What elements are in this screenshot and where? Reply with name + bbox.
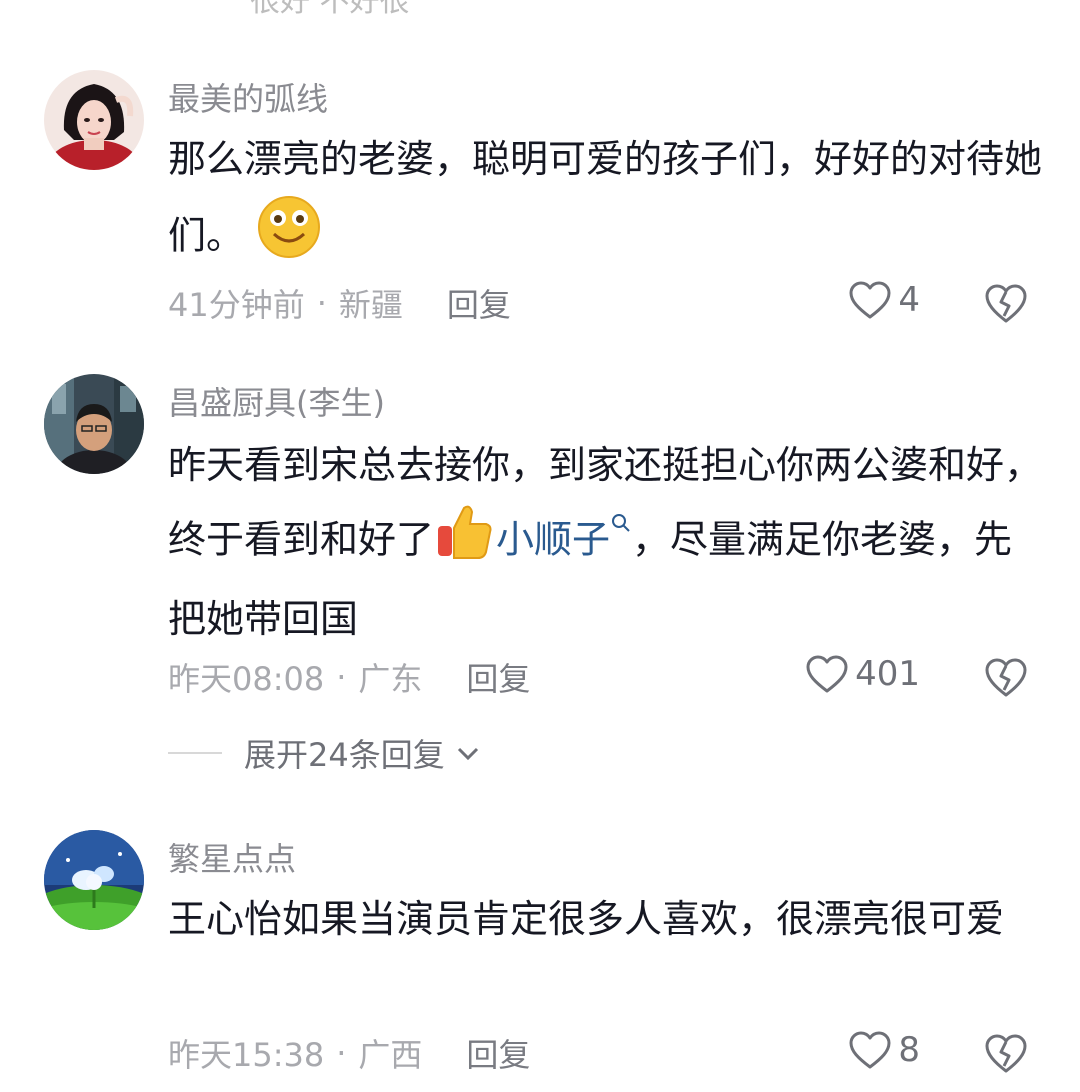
separator: · <box>316 284 327 322</box>
reply-button[interactable]: 回复 <box>466 654 530 700</box>
comment-text: 那么漂亮的老婆，聪明可爱的孩子们，好好的对待她们。 <box>168 124 1048 282</box>
comment-text: 王心怡如果当演员肯定很多人喜欢，很漂亮很可爱 <box>168 884 1048 954</box>
like-count: 401 <box>855 654 920 694</box>
reply-button[interactable]: 回复 <box>466 1030 530 1076</box>
comment-time: 昨天15:38 <box>168 1036 325 1074</box>
heart-icon <box>849 281 891 319</box>
reply-button[interactable]: 回复 <box>447 280 511 326</box>
like-count: 8 <box>898 1030 920 1070</box>
dislike-icon[interactable] <box>984 656 1028 698</box>
divider <box>168 752 222 754</box>
like-count: 4 <box>898 280 920 320</box>
search-icon[interactable] <box>610 512 632 534</box>
dislike-icon[interactable] <box>984 1032 1028 1074</box>
username[interactable]: 最美的弧线 <box>168 74 328 120</box>
mention-link[interactable]: 小顺子 <box>496 518 610 562</box>
username[interactable]: 繁星点点 <box>168 834 296 880</box>
comment-meta: 41分钟前 · 新疆 回复 <box>168 280 511 326</box>
comment-location: 广西 <box>358 1036 423 1074</box>
comment-time: 昨天08:08 <box>168 660 325 698</box>
avatar[interactable] <box>44 70 144 170</box>
separator: · <box>336 1034 347 1072</box>
avatar[interactable] <box>44 830 144 930</box>
comment-time: 41分钟前 <box>168 286 305 324</box>
comment-body: 王心怡如果当演员肯定很多人喜欢，很漂亮很可爱 <box>168 897 1005 941</box>
smile-emoji-icon <box>256 194 322 282</box>
like-button[interactable]: 401 <box>805 654 920 694</box>
top-cut-text: 很好 不好很 <box>250 0 410 19</box>
avatar[interactable] <box>44 374 144 474</box>
heart-icon <box>806 655 848 693</box>
comment-meta: 昨天08:08 · 广东 回复 <box>168 654 530 700</box>
like-button[interactable]: 4 <box>848 280 920 320</box>
thumbs-up-icon <box>434 500 496 584</box>
username[interactable]: 昌盛厨具(李生) <box>168 378 385 424</box>
dislike-icon[interactable] <box>984 282 1028 324</box>
expand-replies-button[interactable]: 展开24条回复 <box>168 730 483 776</box>
like-button[interactable]: 8 <box>848 1030 920 1070</box>
comment-meta: 昨天15:38 · 广西 回复 <box>168 1030 530 1076</box>
chevron-down-icon <box>457 747 478 761</box>
comment-location: 广东 <box>358 660 423 698</box>
expand-replies-label: 展开24条回复 <box>244 736 445 774</box>
heart-icon <box>849 1031 891 1069</box>
comment-text: 昨天看到宋总去接你，到家还挺担心你两公婆和好，终于看到和好了 小顺子 ，尽量满足… <box>168 430 1048 654</box>
comment-location: 新疆 <box>338 286 403 324</box>
separator: · <box>336 658 347 696</box>
